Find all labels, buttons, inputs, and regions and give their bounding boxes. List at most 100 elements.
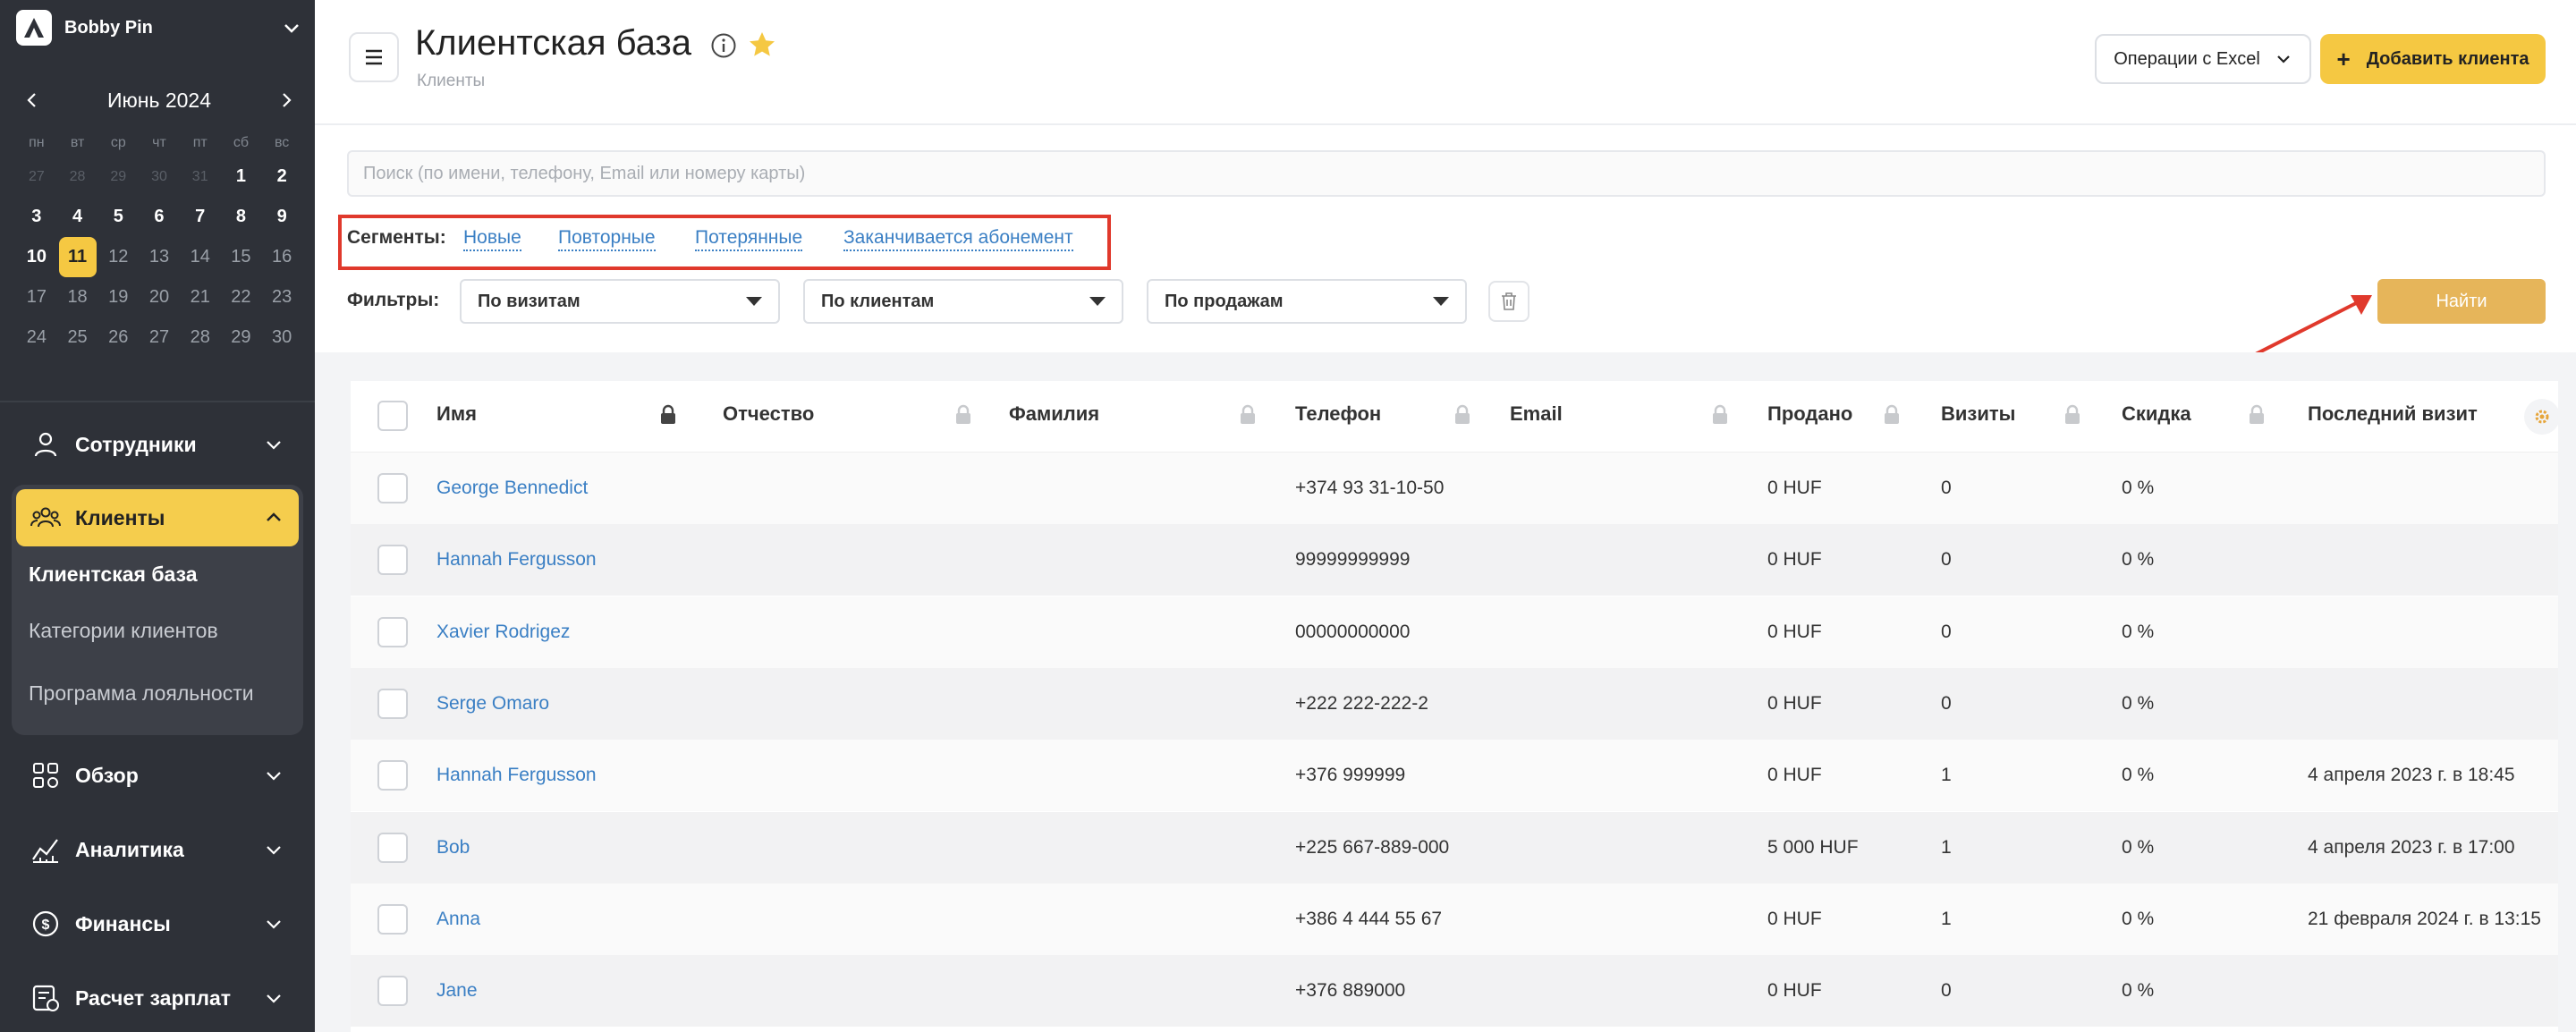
calendar-prev-button[interactable] (16, 84, 48, 116)
calendar-day[interactable]: 18 (57, 277, 98, 317)
calendar-day[interactable]: 8 (221, 197, 262, 237)
calendar-day-today[interactable]: 11 (58, 237, 97, 277)
filter-by-clients-select[interactable]: По клиентам (803, 279, 1123, 324)
client-name-link[interactable]: Serge Omaro (436, 693, 549, 715)
row-checkbox[interactable] (377, 545, 408, 576)
sidebar-item-finance[interactable]: $ Финансы (16, 896, 299, 952)
sidebar-item-payroll[interactable]: Расчет зарплат (16, 970, 299, 1026)
column-header-discount[interactable]: Скидка (2122, 402, 2191, 426)
table-row[interactable]: Anna +386 4 444 55 67 0 HUF 1 0 % 21 февраля … (351, 883, 2558, 955)
row-checkbox[interactable] (377, 832, 408, 863)
calendar-day[interactable]: 2 (261, 156, 302, 197)
calendar-day[interactable]: 19 (97, 277, 139, 317)
menu-toggle-button[interactable] (349, 32, 399, 82)
calendar-day[interactable]: 17 (16, 277, 57, 317)
calendar-day[interactable]: 14 (180, 237, 221, 277)
sidebar-subitem-client-categories[interactable]: Категории клиентов (29, 619, 218, 643)
calendar-day[interactable]: 29 (221, 317, 262, 358)
calendar-day[interactable]: 31 (180, 156, 221, 197)
add-client-button[interactable]: + Добавить клиента (2320, 34, 2546, 84)
calendar-day[interactable]: 30 (139, 156, 180, 197)
calendar-next-button[interactable] (270, 84, 302, 116)
sidebar-subitem-client-base[interactable]: Клиентская база (29, 563, 198, 587)
table-row[interactable]: George Bennedict +374 93 31-10-50 0 HUF 0 0 … (351, 453, 2558, 524)
table-row[interactable]: Serge Omaro +222 222-222-2 0 HUF 0 0 % (351, 667, 2558, 740)
column-header-surname[interactable]: Фамилия (1009, 402, 1099, 426)
calendar-day[interactable]: 28 (180, 317, 221, 358)
calendar-day[interactable]: 12 (97, 237, 139, 277)
calendar-day[interactable]: 10 (16, 237, 57, 277)
calendar-day[interactable]: 24 (16, 317, 57, 358)
row-checkbox[interactable] (377, 760, 408, 791)
client-name-link[interactable]: Bob (436, 837, 470, 859)
table-row[interactable]: Xavier Rodrigez 00000000000 0 HUF 0 0 % (351, 596, 2558, 668)
client-name-link[interactable]: Hannah Fergusson (436, 549, 597, 571)
filter-by-visits-select[interactable]: По визитам (460, 279, 780, 324)
filter-by-sales-select[interactable]: По продажам (1147, 279, 1467, 324)
lock-icon[interactable] (2063, 404, 2082, 426)
lock-icon[interactable] (1710, 404, 1730, 426)
column-header-patronymic[interactable]: Отчество (723, 402, 814, 426)
column-header-last-visit[interactable]: Последний визит (2308, 402, 2478, 426)
select-all-checkbox[interactable] (377, 401, 408, 431)
lock-icon[interactable] (1453, 404, 1472, 426)
table-row[interactable]: Hannah Fergusson 99999999999 0 HUF 0 0 % (351, 524, 2558, 596)
lock-icon[interactable] (2247, 404, 2267, 426)
search-input[interactable] (347, 150, 2546, 197)
calendar-day[interactable]: 4 (57, 197, 98, 237)
calendar-day[interactable]: 15 (221, 237, 262, 277)
row-checkbox[interactable] (377, 688, 408, 719)
sidebar-item-analytics[interactable]: Аналитика (16, 822, 299, 877)
sidebar-item-staff[interactable]: Сотрудники (16, 417, 299, 472)
clear-filters-button[interactable] (1488, 281, 1530, 322)
calendar-day[interactable]: 5 (97, 197, 139, 237)
column-header-visits[interactable]: Визиты (1941, 402, 2015, 426)
table-settings-button[interactable] (2524, 399, 2558, 435)
calendar-day[interactable]: 26 (97, 317, 139, 358)
calendar-day[interactable]: 13 (139, 237, 180, 277)
calendar-day[interactable]: 27 (139, 317, 180, 358)
table-row[interactable]: Hannah Fergusson +376 999999 0 HUF 1 0 % 4 ап… (351, 740, 2558, 812)
breadcrumb[interactable]: Клиенты (417, 72, 485, 91)
column-header-email[interactable]: Email (1510, 402, 1563, 426)
client-name-link[interactable]: Hannah Fergusson (436, 765, 597, 786)
table-row[interactable]: Jane +376 889000 0 HUF 0 0 % (351, 955, 2558, 1028)
row-checkbox[interactable] (377, 616, 408, 647)
calendar-day[interactable]: 30 (261, 317, 302, 358)
calendar-day[interactable]: 27 (16, 156, 57, 197)
column-header-sold[interactable]: Продано (1767, 402, 1852, 426)
org-switcher[interactable]: Bobby Pin (16, 9, 302, 47)
excel-operations-button[interactable]: Операции с Excel (2095, 34, 2311, 84)
calendar-day[interactable]: 28 (57, 156, 98, 197)
calendar-day[interactable]: 22 (221, 277, 262, 317)
row-checkbox[interactable] (377, 473, 408, 503)
segment-repeat-link[interactable]: Повторные (558, 227, 656, 251)
sidebar-item-overview[interactable]: Обзор (16, 748, 299, 803)
segment-new-link[interactable]: Новые (463, 227, 521, 251)
sidebar-subitem-loyalty[interactable]: Программа лояльности (29, 681, 254, 706)
row-checkbox[interactable] (377, 903, 408, 935)
calendar-day[interactable]: 23 (261, 277, 302, 317)
client-name-link[interactable]: Xavier Rodrigez (436, 622, 570, 643)
info-icon[interactable] (710, 32, 737, 59)
table-row[interactable]: Bob +225 667-889-000 5 000 HUF 1 0 % 4 апреля… (351, 811, 2558, 884)
calendar-day[interactable]: 16 (261, 237, 302, 277)
lock-icon[interactable] (953, 404, 973, 426)
star-icon[interactable] (748, 30, 776, 59)
segment-subscription-ending-link[interactable]: Заканчивается абонемент (843, 227, 1073, 251)
calendar-day[interactable]: 7 (180, 197, 221, 237)
calendar-day[interactable]: 20 (139, 277, 180, 317)
calendar-day[interactable]: 3 (16, 197, 57, 237)
calendar-day[interactable]: 9 (261, 197, 302, 237)
lock-icon[interactable] (658, 404, 678, 426)
client-name-link[interactable]: Anna (436, 909, 480, 930)
lock-icon[interactable] (1882, 404, 1902, 426)
segment-lost-link[interactable]: Потерянные (695, 227, 803, 251)
client-name-link[interactable]: Jane (436, 980, 478, 1002)
column-header-name[interactable]: Имя (436, 402, 477, 426)
calendar-day[interactable]: 1 (221, 156, 262, 197)
calendar-day[interactable]: 29 (97, 156, 139, 197)
calendar-day[interactable]: 6 (139, 197, 180, 237)
calendar-day[interactable]: 21 (180, 277, 221, 317)
row-checkbox[interactable] (377, 976, 408, 1007)
